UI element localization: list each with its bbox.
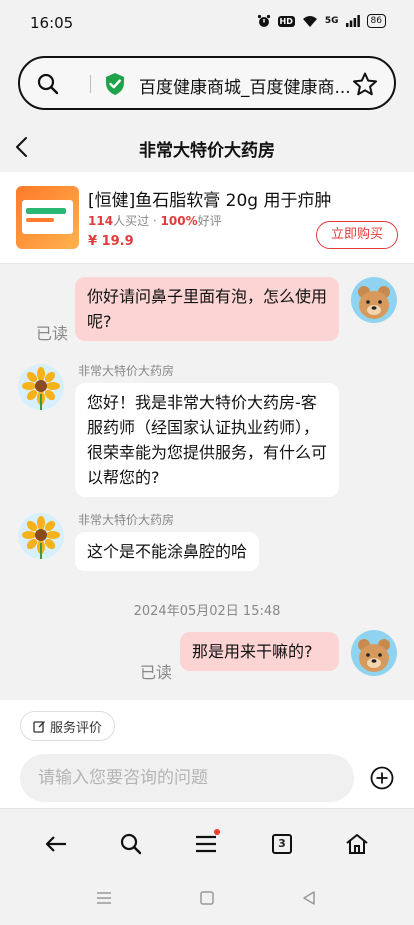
battery-indicator: 86 — [366, 14, 386, 28]
product-image[interactable] — [16, 186, 79, 249]
product-card[interactable]: [恒健]鱼石脂软膏 20g 用于疖肿 114人买过 · 100%好评 ¥ 19.… — [0, 172, 414, 264]
status-time: 16:05 — [30, 14, 74, 32]
rating-percent: 100% — [160, 214, 198, 228]
bookmark-star-icon[interactable] — [352, 71, 378, 97]
edit-icon — [33, 720, 45, 733]
toolbar-search-button[interactable] — [116, 829, 146, 859]
sunflower-avatar-icon — [22, 516, 60, 559]
back-triangle-icon[interactable] — [301, 890, 317, 906]
add-attachment-icon[interactable] — [370, 766, 394, 790]
product-box-stripe-secondary — [26, 218, 54, 222]
product-name[interactable]: [恒健]鱼石脂软膏 20g 用于疖肿 — [88, 186, 332, 211]
chat-title: 非常大特价大药房 — [139, 141, 275, 161]
message-list[interactable]: 已读 你好请问鼻子里面有泡，怎么使用呢? 非常大特价大药房 您好！我是非常大特价… — [0, 264, 414, 700]
service-rating-label: 服务评价 — [50, 720, 103, 736]
system-navigation — [0, 876, 414, 925]
sender-name: 非常大特价大药房 — [78, 513, 175, 527]
menu-button[interactable] — [191, 829, 221, 859]
home-button[interactable] — [342, 829, 372, 859]
bear-avatar-icon — [358, 286, 390, 319]
user-avatar[interactable] — [351, 277, 397, 323]
home-icon — [346, 834, 368, 854]
tabs-button[interactable]: 3 — [267, 829, 297, 859]
search-icon[interactable] — [36, 72, 60, 96]
pharmacist-avatar[interactable] — [18, 513, 64, 559]
search-icon — [120, 833, 142, 855]
arrow-left-icon — [45, 836, 66, 852]
chat-header: 非常大特价大药房 — [0, 122, 414, 172]
back-button[interactable] — [41, 829, 71, 859]
message-bubble-incoming[interactable]: 这个是不能涂鼻腔的哈 — [75, 532, 260, 571]
status-bar: 16:05 HD 5G 86 — [0, 0, 414, 46]
url-title[interactable]: 百度健康商城_百度健康商... — [139, 73, 361, 98]
buyers-count: 114 — [88, 214, 114, 228]
read-receipt: 已读 — [140, 663, 173, 682]
buy-now-button[interactable]: 立即购买 — [316, 221, 398, 249]
address-divider — [90, 75, 91, 93]
sender-name: 非常大特价大药房 — [78, 364, 175, 378]
read-receipt: 已读 — [36, 324, 69, 343]
product-meta: 114人买过 · 100%好评 — [88, 212, 222, 229]
service-rating-button[interactable]: 服务评价 — [20, 711, 116, 741]
message-timestamp: 2024年05月02日 15:48 — [133, 604, 281, 619]
notification-dot — [214, 829, 220, 835]
menu-icon — [196, 835, 216, 853]
bear-avatar-icon — [358, 639, 390, 672]
product-box-stripe — [26, 208, 66, 214]
alarm-icon — [257, 14, 270, 27]
network-label: 5G — [324, 16, 339, 26]
product-price: ¥ 19.9 — [88, 234, 134, 249]
message-bubble-incoming[interactable]: 您好！我是非常大特价大药房-客服药师（经国家认证执业药师），很荣幸能为您提供服务… — [75, 383, 339, 497]
signal-icon — [345, 15, 360, 27]
sunflower-avatar-icon — [22, 367, 60, 410]
service-row: 服务评价 — [0, 700, 414, 746]
wifi-icon — [302, 15, 317, 27]
message-bubble-outgoing[interactable]: 那是用来干嘛的? — [180, 632, 339, 671]
buyers-suffix: 人买过 · — [113, 214, 161, 228]
address-bar[interactable]: 百度健康商城_百度健康商... — [18, 56, 396, 110]
tab-count: 3 — [272, 834, 292, 854]
message-input[interactable] — [20, 754, 354, 802]
pharmacist-avatar[interactable] — [18, 364, 64, 410]
user-avatar[interactable] — [351, 630, 397, 676]
home-square-icon[interactable] — [199, 890, 215, 906]
browser-toolbar: 3 — [0, 808, 414, 876]
status-icons: HD 5G 86 — [257, 14, 386, 28]
composer — [0, 746, 414, 808]
secure-shield-icon[interactable] — [104, 72, 126, 96]
message-bubble-outgoing[interactable]: 你好请问鼻子里面有泡，怎么使用呢? — [75, 277, 339, 341]
rating-suffix: 好评 — [197, 214, 222, 228]
recent-apps-icon[interactable] — [96, 890, 112, 906]
product-box — [22, 200, 73, 234]
hd-badge: HD — [277, 15, 295, 27]
